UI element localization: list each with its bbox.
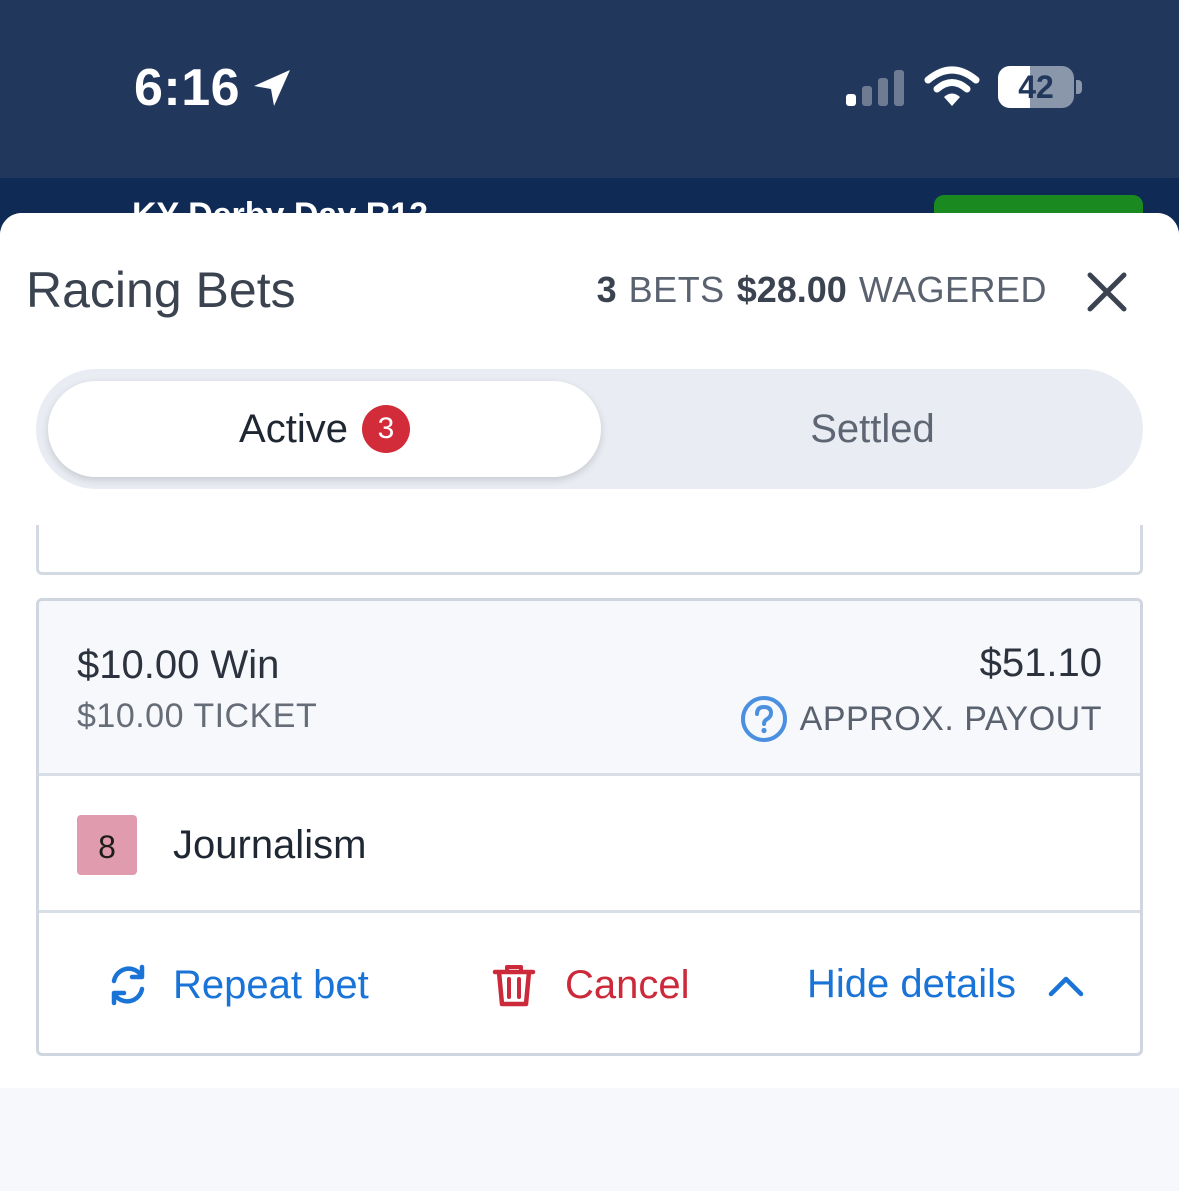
bet-ticket-cost: $10.00 TICKET <box>77 697 318 735</box>
repeat-icon <box>105 962 151 1008</box>
bets-summary: 3 BETS $28.00 WAGERED <box>597 269 1047 311</box>
chevron-up-icon <box>1046 970 1086 1000</box>
bets-label: BETS <box>628 269 725 310</box>
runner-name: Journalism <box>173 823 367 867</box>
payout-label-row: APPROX. PAYOUT <box>740 695 1102 743</box>
hide-details-label: Hide details <box>807 962 1017 1006</box>
hide-details-button[interactable]: Hide details <box>807 962 1086 1007</box>
bets-count: 3 <box>596 269 617 310</box>
status-bar: 6:16 42 <box>0 0 1179 178</box>
post-position-badge: 8 <box>77 815 137 875</box>
wagered-label: WAGERED <box>858 269 1047 310</box>
payout-label: APPROX. PAYOUT <box>799 699 1102 738</box>
battery-nub <box>1076 80 1082 94</box>
tab-active-label: Active <box>239 406 348 451</box>
runner-row: 8 Journalism <box>39 779 1140 913</box>
battery-indicator: 42 <box>998 66 1082 110</box>
previous-bet-card <box>36 525 1143 575</box>
trash-icon <box>491 962 537 1008</box>
wifi-icon <box>924 66 980 108</box>
clock-group: 6:16 <box>134 58 294 118</box>
tab-settled[interactable]: Settled <box>602 381 1143 477</box>
bet-card: $10.00 Win $10.00 TICKET $51.10 APPROX. … <box>36 598 1143 1056</box>
sheet-title: Racing Bets <box>26 262 296 318</box>
cancel-label: Cancel <box>565 962 690 1007</box>
bet-type: $10.00 Win <box>77 643 280 687</box>
repeat-bet-button[interactable]: Repeat bet <box>105 962 369 1008</box>
racing-bets-sheet: Racing Bets 3 BETS $28.00 WAGERED Active… <box>0 213 1179 1191</box>
active-count-badge: 3 <box>361 405 410 453</box>
question-circle-icon[interactable] <box>740 695 788 743</box>
bet-actions: Repeat bet Cancel Hide details <box>39 916 1140 1053</box>
repeat-bet-label: Repeat bet <box>173 962 369 1007</box>
battery-percent: 42 <box>1018 69 1054 105</box>
wagered-amount: $28.00 <box>736 269 847 310</box>
cancel-bet-button[interactable]: Cancel <box>491 962 690 1008</box>
tab-active[interactable]: Active 3 <box>48 381 601 477</box>
payout-amount: $51.10 <box>979 641 1102 685</box>
battery-body: 42 <box>998 66 1074 108</box>
cellular-signal-icon <box>846 70 906 106</box>
bet-card-header: $10.00 Win $10.00 TICKET $51.10 APPROX. … <box>39 601 1140 776</box>
clock-time: 6:16 <box>134 59 241 117</box>
bet-status-tabs: Active 3 Settled <box>36 369 1143 489</box>
close-icon[interactable] <box>1082 267 1132 317</box>
location-arrow-icon <box>250 66 294 110</box>
